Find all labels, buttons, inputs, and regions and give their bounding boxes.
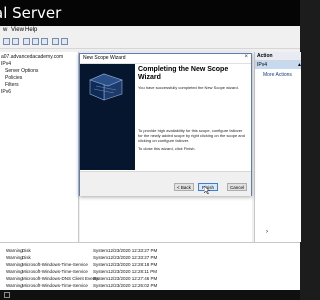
wizard-heading: Completing the New Scope Wizard xyxy=(138,66,229,81)
wizard-close-text: To close this wizard, click Finish. xyxy=(138,146,196,151)
wizard-failover-text: To provide high availability for this sc… xyxy=(138,128,245,143)
actions-header: Action xyxy=(255,52,301,61)
back-icon[interactable] xyxy=(3,38,10,45)
actions-selected-node[interactable]: IPv4 xyxy=(255,61,301,69)
refresh-icon[interactable] xyxy=(41,38,48,45)
menu-item-view[interactable]: View xyxy=(11,27,24,33)
event-list: Warning Disk System 12/23/2020 12:33:27 PM … xyxy=(0,242,300,291)
wizard-banner-image xyxy=(80,64,135,170)
wizard-window-title: New Scope Wizard xyxy=(83,55,126,61)
help-icon[interactable] xyxy=(52,38,59,45)
wizard-success-text: You have successfully completed the New … xyxy=(138,85,239,90)
cancel-button[interactable]: Cancel xyxy=(227,183,247,191)
tree-item-ipv4[interactable]: IPv4 xyxy=(1,61,11,67)
toolbar xyxy=(0,36,300,49)
menu-item-action[interactable]: w xyxy=(3,27,7,33)
tree-item-server-options[interactable]: Server Options xyxy=(5,68,38,74)
new-scope-wizard-dialog: New Scope Wizard × Completing the New Sc… xyxy=(79,53,252,196)
vm-title: al Server xyxy=(0,4,62,22)
menu-bar: w View Help xyxy=(0,26,300,35)
back-button[interactable]: < Back xyxy=(174,183,194,191)
scroll-right-arrow-icon[interactable]: › xyxy=(266,229,268,235)
export-icon[interactable] xyxy=(61,38,68,45)
wizard-title-bar: New Scope Wizard × xyxy=(80,54,251,64)
properties-icon[interactable] xyxy=(32,38,39,45)
tree-item-ipv6[interactable]: IPv6 xyxy=(1,89,11,95)
wizard-content: Completing the New Scope Wizard You have… xyxy=(138,66,248,170)
forward-icon[interactable] xyxy=(12,38,19,45)
tree-item-server[interactable]: a07.advancedacademy.com xyxy=(1,54,63,60)
vm-title-bar: al Server xyxy=(0,0,300,26)
console-tree: a07.advancedacademy.com IPv4 Server Opti… xyxy=(0,52,79,242)
wizard-graphic-icon xyxy=(80,64,135,170)
start-icon[interactable] xyxy=(4,292,10,298)
tree-item-policies[interactable]: Policies xyxy=(5,75,22,81)
table-row[interactable]: Warning Microsoft-Windows-Time-Service Sys… xyxy=(0,282,300,290)
close-icon[interactable]: × xyxy=(244,54,248,60)
up-icon[interactable] xyxy=(23,38,30,45)
actions-pane: Action IPv4 ▲ More Actions xyxy=(254,52,302,242)
more-actions-link[interactable]: More Actions xyxy=(263,72,292,78)
mouse-cursor-icon xyxy=(204,186,210,194)
expand-arrow-icon[interactable]: ▲ xyxy=(297,62,302,68)
menu-item-help[interactable]: Help xyxy=(25,27,37,33)
wizard-button-bar: < Back Finish Cancel xyxy=(80,171,251,196)
taskbar xyxy=(0,290,300,300)
tree-item-filters[interactable]: Filters xyxy=(5,82,19,88)
